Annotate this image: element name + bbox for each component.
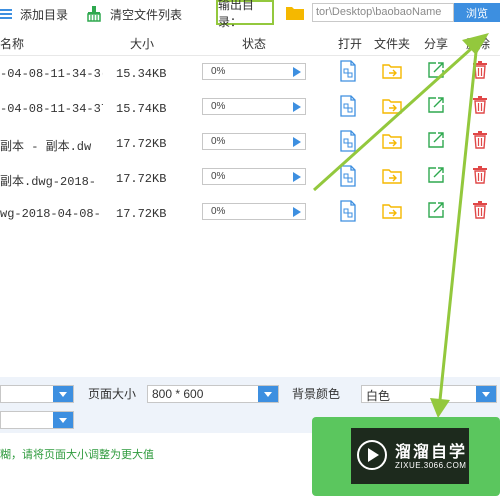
trash-icon[interactable] [473, 96, 487, 114]
bg-color-select[interactable]: 白色 [361, 385, 497, 403]
watermark-title: 溜溜自学 [395, 444, 468, 461]
clear-list-button[interactable]: 清空文件列表 [86, 4, 182, 24]
play-icon [368, 448, 379, 462]
page-size-label: 页面大小 [88, 387, 137, 401]
bg-color-label: 背景颜色 [292, 387, 341, 401]
file-size: 15.34KB [116, 67, 167, 81]
page-size-value: 800 * 600 [152, 387, 204, 401]
file-size: 17.72KB [116, 137, 167, 151]
play-icon[interactable] [293, 137, 301, 147]
play-icon[interactable] [293, 172, 301, 182]
folder-arrow-icon[interactable] [382, 133, 402, 149]
progress-text: 0% [211, 66, 226, 77]
progress-bar: 0% [202, 168, 306, 185]
header-share: 分享 [424, 37, 449, 51]
watermark-logo: 溜溜自学 ZIXUE.3066.COM [351, 428, 469, 484]
folder-arrow-icon[interactable] [382, 168, 402, 184]
progress-bar: 0% [202, 63, 306, 80]
output-dir-label: 输出目录： [216, 0, 274, 29]
trash-icon[interactable] [473, 201, 487, 219]
file-name: 副本 - 副本.dw [0, 140, 92, 154]
progress-bar: 0% [202, 203, 306, 220]
hint-text: 糊，请将页面大小调整为更大值 [0, 449, 154, 461]
trash-icon[interactable] [473, 166, 487, 184]
file-size: 15.74KB [116, 102, 167, 116]
progress-text: 0% [211, 136, 226, 147]
file-name: 副本.dwg-2018- [0, 175, 97, 189]
share-icon[interactable] [428, 132, 444, 148]
page-size-select[interactable]: 800 * 600 [147, 385, 279, 403]
progress-bar: 0% [202, 98, 306, 115]
chevron-down-icon[interactable] [53, 386, 73, 402]
quality-select[interactable] [0, 411, 74, 429]
header-status: 状态 [242, 37, 267, 51]
share-icon[interactable] [428, 202, 444, 218]
table-row: wg-2018-04-08- 17.72KB 0% [0, 198, 500, 233]
trash-icon[interactable] [473, 61, 487, 79]
table-row: -04-08-11-34-37 15.74KB 0% [0, 93, 500, 128]
list-icon [0, 9, 12, 19]
play-icon[interactable] [293, 207, 301, 217]
folder-arrow-icon[interactable] [382, 63, 402, 79]
format-select[interactable] [0, 385, 74, 403]
progress-text: 0% [211, 171, 226, 182]
progress-text: 0% [211, 101, 226, 112]
chevron-down-icon[interactable] [53, 412, 73, 428]
folder-arrow-icon[interactable] [382, 98, 402, 114]
share-icon[interactable] [428, 97, 444, 113]
toolbar: 添加目录 清空文件列表 输出目录： tor\Desktop\baobaoName… [0, 0, 500, 29]
clear-list-label: 清空文件列表 [110, 7, 183, 22]
file-open-icon[interactable] [340, 95, 356, 117]
play-icon[interactable] [293, 67, 301, 77]
table-row: 副本 - 副本.dw 17.72KB 0% [0, 128, 500, 163]
header-folder: 文件夹 [374, 37, 411, 51]
chevron-down-icon[interactable] [258, 386, 278, 402]
add-directory-label: 添加目录 [20, 7, 69, 22]
trash-icon[interactable] [473, 131, 487, 149]
browse-button[interactable]: 浏览 [454, 3, 500, 22]
header-name: 名称 [0, 37, 25, 51]
table-row: 副本.dwg-2018- 17.72KB 0% [0, 163, 500, 198]
play-icon[interactable] [293, 102, 301, 112]
header-delete: 删除 [466, 37, 491, 51]
output-path-input[interactable]: tor\Desktop\baobaoName [312, 3, 454, 22]
table-header: 名称 大小 状态 打开 文件夹 分享 删除 [0, 28, 500, 56]
file-open-icon[interactable] [340, 165, 356, 187]
progress-text: 0% [211, 206, 226, 217]
share-icon[interactable] [428, 167, 444, 183]
folder-icon[interactable] [286, 5, 304, 20]
file-name: -04-08-11-34-3( [0, 67, 103, 81]
file-size: 17.72KB [116, 172, 167, 186]
file-name: wg-2018-04-08- [0, 207, 101, 221]
bg-color-value: 白色 [366, 389, 391, 403]
file-open-icon[interactable] [340, 130, 356, 152]
file-size: 17.72KB [116, 207, 167, 221]
header-open: 打开 [338, 37, 363, 51]
table-row: -04-08-11-34-3( 15.34KB 0% [0, 58, 500, 93]
file-open-icon[interactable] [340, 60, 356, 82]
chevron-down-icon[interactable] [476, 386, 496, 402]
file-name: -04-08-11-34-37 [0, 102, 103, 116]
folder-arrow-icon[interactable] [382, 203, 402, 219]
watermark-subtitle: ZIXUE.3066.COM [395, 461, 467, 470]
file-open-icon[interactable] [340, 200, 356, 222]
add-directory-button[interactable]: 添加目录 [0, 4, 68, 24]
progress-bar: 0% [202, 133, 306, 150]
broom-icon [87, 6, 101, 22]
share-icon[interactable] [428, 62, 444, 78]
header-size: 大小 [130, 37, 155, 51]
